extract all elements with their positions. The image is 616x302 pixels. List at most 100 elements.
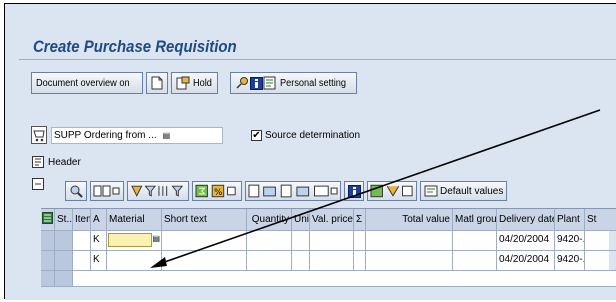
ordering-row: SUPP Ordering from ... ▤ ✔ Source determ…	[31, 126, 360, 144]
row-total-value	[366, 231, 453, 250]
details-button[interactable]	[65, 181, 87, 201]
row-selector[interactable]	[41, 231, 55, 250]
print-export-button[interactable]	[245, 181, 341, 201]
personal-setting-button[interactable]: Personal setting	[230, 72, 358, 94]
row-material[interactable]	[107, 251, 162, 270]
col-quantity[interactable]: Quantity	[247, 209, 292, 230]
col-material[interactable]: Material	[107, 209, 162, 230]
ordering-value: SUPP Ordering from ...	[54, 129, 157, 141]
row-sum	[354, 231, 366, 250]
col-sum[interactable]: Σ	[354, 209, 366, 230]
row-selector[interactable]	[41, 251, 55, 270]
col-status[interactable]: St...	[55, 209, 73, 230]
title-divider	[19, 59, 616, 60]
row-selector[interactable]	[41, 271, 55, 286]
col-unit[interactable]: Unit	[292, 209, 310, 230]
new-document-button[interactable]	[145, 72, 168, 94]
expand-items-icon[interactable]	[31, 177, 45, 191]
col-total-value[interactable]: Total value	[366, 209, 453, 230]
row-quantity[interactable]	[247, 231, 292, 250]
row-account-assignment[interactable]: K	[91, 231, 107, 250]
sort-filter-icon	[131, 185, 184, 197]
col-valuation-price[interactable]: Val. price	[310, 209, 354, 230]
col-plant[interactable]: Plant	[555, 209, 585, 230]
header-label: Header	[48, 156, 81, 168]
sap-window: Create Purchase Requisition Document ove…	[5, 4, 616, 300]
application-toolbar: Document overview on Hold Personal setti…	[31, 70, 358, 96]
dropdown-icon[interactable]: ▤	[163, 131, 171, 140]
row-account-assignment[interactable]: K	[91, 251, 107, 270]
source-determination-toggle[interactable]: ✔ Source determination	[251, 129, 361, 141]
row-item[interactable]	[73, 231, 91, 250]
document-overview-label: Document overview on	[36, 77, 130, 89]
table-row: K ▤ 04/20/2004 9420-...	[41, 231, 616, 251]
info-button[interactable]	[344, 181, 364, 201]
settings-icon	[263, 76, 277, 90]
ordering-combo[interactable]: SUPP Ordering from ... ▤	[51, 126, 223, 144]
hold-icon	[176, 76, 190, 90]
copy-button[interactable]	[90, 181, 124, 201]
table-row	[41, 271, 616, 287]
personal-setting-label: Personal setting	[280, 77, 347, 89]
col-short-text[interactable]: Short text	[162, 209, 247, 230]
select-all-icon[interactable]	[41, 209, 55, 230]
row-status	[55, 231, 73, 250]
row-valuation-price[interactable]	[310, 231, 354, 250]
header-row[interactable]: Header	[31, 155, 81, 169]
source-determination-checkbox[interactable]: ✔	[251, 129, 262, 141]
sort-filter-button[interactable]	[127, 181, 189, 201]
row-partial	[73, 271, 616, 286]
row-total-value	[366, 251, 453, 270]
page-title: Create Purchase Requisition	[33, 37, 237, 56]
layout-button[interactable]	[367, 181, 417, 201]
sum-icon: %	[195, 184, 236, 198]
expand-header-icon[interactable]	[31, 155, 45, 169]
col-account-assignment[interactable]: A	[91, 209, 107, 230]
col-material-group[interactable]: Matl group	[453, 209, 497, 230]
table-row: K 04/20/2004 9420-...	[41, 251, 616, 271]
row-quantity[interactable]	[247, 251, 292, 270]
row-short-text[interactable]	[162, 231, 247, 250]
row-status	[55, 271, 73, 286]
row-storage[interactable]	[585, 251, 609, 270]
sum-button[interactable]: %	[192, 181, 242, 201]
svg-text:%: %	[214, 188, 222, 198]
row-material-group[interactable]	[453, 251, 497, 270]
hold-button[interactable]: Hold	[170, 72, 219, 94]
col-delivery-date[interactable]: Delivery date	[497, 209, 555, 230]
default-values-label: Default values	[440, 185, 504, 197]
col-item[interactable]: Item	[73, 209, 91, 230]
screenshot-frame: Create Purchase Requisition Document ove…	[4, 3, 616, 300]
document-icon	[150, 76, 164, 90]
default-values-button[interactable]: Default values	[420, 181, 508, 201]
row-short-text[interactable]	[162, 251, 247, 270]
row-material-group[interactable]	[453, 231, 497, 250]
row-valuation-price[interactable]	[310, 251, 354, 270]
value-help-icon[interactable]: ▤	[152, 234, 160, 243]
col-storage[interactable]: St	[585, 209, 609, 230]
row-material[interactable]: ▤	[107, 231, 162, 250]
shopping-cart-icon[interactable]	[31, 126, 47, 144]
pin-icon	[235, 76, 249, 90]
row-delivery-date[interactable]: 04/20/2004	[497, 251, 555, 270]
info-icon	[347, 184, 361, 198]
row-delivery-date[interactable]: 04/20/2004	[497, 231, 555, 250]
layout-icon	[370, 184, 413, 198]
default-values-icon	[424, 185, 438, 197]
items-table: St... Item A Material Short text Quantit…	[41, 208, 616, 287]
material-input[interactable]: ▤	[108, 233, 160, 247]
table-header-row: St... Item A Material Short text Quantit…	[41, 209, 616, 231]
source-determination-label: Source determination	[265, 129, 361, 141]
item-overview-toggle[interactable]	[31, 177, 45, 193]
row-unit[interactable]	[292, 251, 310, 270]
document-overview-button[interactable]: Document overview on	[31, 72, 143, 94]
copy-delete-icon	[93, 185, 120, 197]
hold-label: Hold	[192, 77, 212, 89]
magnifier-icon	[70, 185, 83, 198]
row-plant[interactable]: 9420-...	[555, 251, 585, 270]
row-item[interactable]	[73, 251, 91, 270]
row-unit[interactable]	[292, 231, 310, 250]
row-storage[interactable]	[585, 231, 609, 250]
row-plant[interactable]: 9420-...	[555, 231, 585, 250]
row-sum	[354, 251, 366, 270]
